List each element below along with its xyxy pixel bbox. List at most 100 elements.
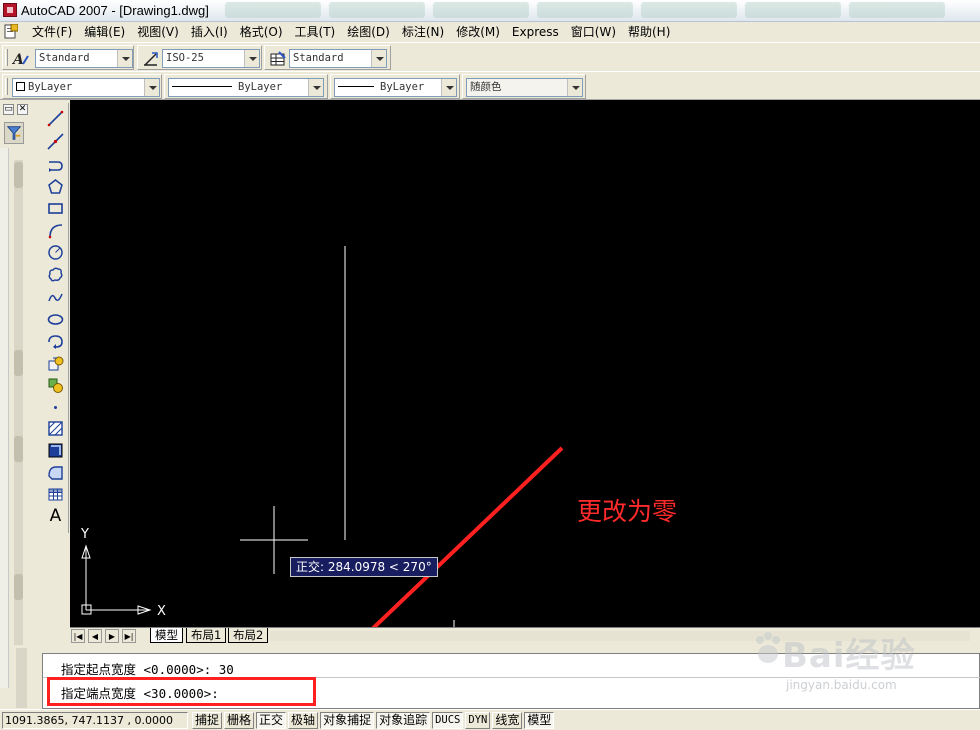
menu-item-11[interactable]: 帮助(H) [622,24,676,40]
status-toggle-3[interactable]: 极轴 [288,712,319,729]
menu-items: 文件(F) 编辑(E) 视图(V) 插入(I) 格式(O) 工具(T) 绘图(D) 标注(N)… [26,24,676,40]
ellipse-arc-icon-glyph [48,334,63,349]
region-icon[interactable] [44,461,67,483]
panel-close-icon[interactable]: ✕ [17,104,28,115]
rectangle-icon[interactable] [44,197,67,219]
panel-minimize-icon[interactable]: ▭ [3,104,14,115]
menu-item-6[interactable]: 绘图(D) [341,24,396,40]
text-style-group: A Standard [2,45,134,70]
menu-item-4[interactable]: 格式(O) [234,24,289,40]
status-toggle-2[interactable]: 正交 [256,712,287,729]
layer-select[interactable]: ByLayer [12,78,160,97]
ortho-tooltip: 正交: 284.0978 < 270° [290,557,438,577]
polyline-icon-glyph [49,160,63,172]
palette-grip[interactable] [14,162,23,188]
revision-cloud-icon[interactable] [44,263,67,285]
ucs-icon: Y X [80,527,166,619]
text-style-select[interactable]: Standard [35,49,133,68]
text-style-icon[interactable]: A [12,50,30,68]
next-tab-icon[interactable]: ▶ [105,629,119,643]
status-toggle-5[interactable]: 对象追踪 [376,712,431,729]
command-window-grip[interactable] [16,648,27,708]
chevron-down-icon[interactable] [371,50,386,67]
panel-rail [14,160,23,645]
circle-icon[interactable] [44,241,67,263]
model-space: Y X [80,246,564,628]
status-toggle-1[interactable]: 栅格 [224,712,255,729]
table-style-group: Standard [264,45,391,70]
table-style-value: Standard [293,52,344,64]
insert-block-icon[interactable] [44,352,67,374]
gradient-icon[interactable] [44,439,67,461]
coordinate-readout[interactable]: 1091.3865, 747.1137 , 0.0000 [2,712,188,729]
command-dock-grip [16,648,40,708]
line-icon-glyph [47,110,64,126]
status-toggle-4[interactable]: 对象捕捉 [320,712,375,729]
tab-model[interactable]: 模型 [150,628,183,643]
chevron-down-icon[interactable] [244,50,259,67]
ellipse-arc-icon[interactable] [44,330,67,352]
multiline-text-icon[interactable]: A [44,505,67,527]
status-toggle-6[interactable]: DUCS [432,712,464,729]
spline-icon[interactable] [44,286,67,308]
menu-item-1[interactable]: 编辑(E) [78,24,131,40]
lineweight-value: ByLayer [380,81,425,93]
status-toggle-9[interactable]: 模型 [524,712,555,729]
menu-item-9[interactable]: Express [506,24,565,40]
ellipse-icon[interactable] [44,308,67,330]
chevron-down-icon[interactable] [308,79,323,96]
tab-layout1[interactable]: 布局1 [186,628,227,643]
hatch-icon[interactable] [44,417,67,439]
menu-item-0[interactable]: 文件(F) [26,24,78,40]
status-toggle-7[interactable]: DYN [465,712,491,729]
palette-grip[interactable] [14,350,23,376]
toolbar-grip[interactable] [5,49,8,66]
table-style-icon[interactable] [269,50,287,68]
dim-style-select[interactable]: ISO-25 [162,49,260,68]
linetype-select[interactable]: ByLayer [168,78,324,97]
toolbar-grip[interactable] [5,78,8,95]
line-icon[interactable] [44,107,67,129]
ucs-y-label: Y [80,527,89,542]
menu-item-2[interactable]: 视图(V) [131,24,185,40]
menu-item-8[interactable]: 修改(M) [450,24,506,40]
chevron-down-icon[interactable] [441,79,456,96]
table-icon[interactable] [44,483,67,505]
menu-item-7[interactable]: 标注(N) [396,24,450,40]
status-toggle-0[interactable]: 捕捉 [192,712,223,729]
chevron-down-icon[interactable] [144,79,159,96]
menu-item-10[interactable]: 窗口(W) [565,24,622,40]
autocad-app-icon[interactable] [3,3,17,17]
spline-icon-glyph [48,293,63,301]
lineweight-select[interactable]: ByLayer [334,78,457,97]
palette-grip[interactable] [14,574,23,600]
lineweight-preview-icon [338,86,374,87]
menu-item-5[interactable]: 工具(T) [289,24,342,40]
prev-tab-icon[interactable]: ◀ [88,629,102,643]
panel-scrollbar[interactable] [0,148,9,688]
annotation-arrow [370,446,564,628]
chevron-down-icon[interactable] [567,79,582,96]
dimension-style-icon[interactable] [142,50,160,68]
drawing-canvas[interactable]: Y X 正交: 284.0978 < 270° 更改为零 [70,100,980,628]
table-style-select[interactable]: Standard [289,49,387,68]
arc-icon[interactable] [44,219,67,241]
insert-block-icon-glyph [48,356,64,370]
point-icon[interactable] [44,396,67,418]
chevron-down-icon[interactable] [117,50,132,67]
last-tab-icon[interactable]: ▶| [122,629,136,643]
status-toggle-8[interactable]: 线宽 [492,712,523,729]
polyline-icon[interactable] [44,153,67,175]
palette-grip[interactable] [14,436,23,462]
make-block-icon[interactable] [44,374,67,396]
polygon-icon[interactable] [44,175,67,197]
tab-layout2[interactable]: 布局2 [228,628,269,643]
menu-item-3[interactable]: 插入(I) [185,24,234,40]
layer-filter-icon[interactable] [4,122,24,144]
linetype-value: ByLayer [238,81,283,93]
document-icon[interactable] [4,24,18,39]
ucs-x-label: X [157,604,166,619]
plot-color-select[interactable]: 随颜色 [466,78,583,97]
construction-line-icon[interactable] [44,130,67,152]
first-tab-icon[interactable]: |◀ [71,629,85,643]
